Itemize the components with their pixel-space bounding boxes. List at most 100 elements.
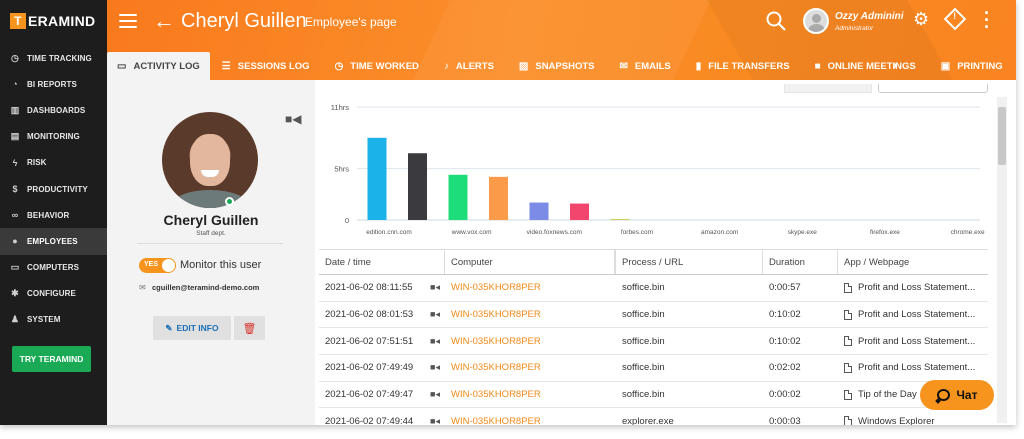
sidebar-item-configure[interactable]: ✱ CONFIGURE [0,281,107,307]
sidebar-item-bi-reports[interactable]: ◔ BI REPORTS [0,71,107,97]
table-row[interactable]: 2021-06-02 08:11:55 ■◂ WIN-035KHOR8PER soff… [319,275,988,302]
computer-icon: ▭ [10,262,20,273]
more-vertical-icon[interactable]: · · · [984,4,990,36]
user-avatar[interactable] [803,8,829,34]
computer-cell[interactable]: WIN-035KHOR8PER [445,328,593,354]
video-icon: ■ [814,60,821,72]
sidebar-item-time-tracking[interactable]: ◷ TIME TRACKING [0,45,107,71]
computer-cell[interactable]: WIN-035KHOR8PER [445,355,593,381]
sidebar-item-computers[interactable]: ▭ COMPUTERS [0,255,107,281]
computer-cell[interactable]: WIN-035KHOR8PER [445,408,593,425]
filter-button[interactable] [784,84,872,93]
app-cell: Profit and Loss Statement... [838,355,988,381]
computer-cell[interactable]: WIN-035KHOR8PER [445,302,593,328]
monitor-toggle[interactable]: YES [139,258,176,273]
document-icon [844,389,852,400]
date-text: 2021-06-02 07:49:49 [325,362,414,374]
teramind-logo[interactable]: T ERAMIND [0,0,107,42]
tab-emails[interactable]: ✉ EMAILS [607,52,683,80]
sidebar-item-employees[interactable]: ● EMPLOYEES [0,228,107,255]
sidebar-item-dashboards[interactable]: ▥ DASHBOARDS [0,97,107,123]
tab-time-worked[interactable]: ◷ TIME WORKED [323,52,432,80]
user-name[interactable]: Ozzy Adminini [835,11,904,22]
tab-file-transfers[interactable]: ▮ FILE TRANSFERS [684,52,803,80]
table-header-row: Date / time Computer Process / URL Duration… [319,250,988,275]
dollar-icon: $ [12,184,18,195]
sidebar-item-behavior[interactable]: ∞ BEHAVIOR [0,202,107,228]
header-app[interactable]: App / Webpage [838,250,988,274]
scrollbar[interactable] [997,97,1007,423]
employee-dept: Staff dept. [196,230,226,237]
sidebar-item-label: MONITORING [27,132,80,142]
tab-printing[interactable]: ▣ PRINTING [929,52,1016,80]
chat-label: Чат [956,388,978,402]
computer-link[interactable]: WIN-035KHOR8PER [451,416,541,425]
header-date[interactable]: Date / time [319,250,445,274]
edit-info-button[interactable]: ✎ EDIT INFO [153,316,231,340]
alert-diamond-icon[interactable]: ! [943,7,967,31]
computer-link[interactable]: WIN-035KHOR8PER [451,362,541,373]
video-camera-icon[interactable]: ■◀ [285,112,301,126]
computer-cell[interactable]: WIN-035KHOR8PER [445,275,593,301]
trash-icon: 🗑 [242,322,257,335]
header-process[interactable]: Process / URL [615,250,763,274]
computer-link[interactable]: WIN-035KHOR8PER [451,309,541,320]
header-duration[interactable]: Duration [763,250,838,274]
video-camera-icon[interactable]: ■◂ [430,336,440,347]
chart-bar[interactable] [367,137,387,220]
tab-label: TIME WORKED [350,60,419,72]
video-camera-icon[interactable]: ■◂ [430,416,440,425]
document-icon [844,416,852,425]
sidebar-item-monitoring[interactable]: ▤ MONITORING [0,124,107,150]
computer-link[interactable]: WIN-035KHOR8PER [451,282,541,293]
tab-activity-log[interactable]: ▭ ACTIVITY LOG [107,52,210,80]
back-arrow-icon[interactable]: ← [153,8,175,34]
sidebar-item-system[interactable]: ♟ SYSTEM [0,307,107,333]
tab-alerts[interactable]: ♪ ALERTS [432,52,507,80]
video-camera-icon[interactable]: ■◂ [430,362,440,373]
process-cell: soffice.bin [622,335,665,347]
tab-sessions-log[interactable]: ☰ SESSIONS LOG [210,52,323,80]
wrench-user-icon: ♟ [10,314,20,325]
sidebar-item-risk[interactable]: ϟ RISK [0,150,107,176]
chart-bar[interactable] [448,174,468,220]
chart-bar[interactable] [570,203,589,220]
chart-bar[interactable] [610,218,630,220]
table-row[interactable]: 2021-06-02 08:01:53 ■◂ WIN-035KHOR8PER soff… [319,302,988,329]
header-computer[interactable]: Computer [445,250,593,274]
tab-snapshots[interactable]: ▨ SNAPSHOTS [507,52,608,80]
sidebar-item-productivity[interactable]: $ PRODUCTIVITY [0,176,107,202]
chart-bar[interactable] [408,153,427,220]
computer-cell[interactable]: WIN-035KHOR8PER [445,382,593,408]
video-camera-icon[interactable]: ■◂ [430,389,440,400]
computer-link[interactable]: WIN-035KHOR8PER [451,389,541,400]
chat-bubble-icon [936,389,950,401]
chevron-right-icon[interactable]: › [893,58,897,72]
pencil-icon: ✎ [165,322,173,333]
process-cell: soffice.bin [622,309,665,321]
date-text: 2021-06-02 08:01:53 [325,309,414,321]
tab-label: PRINTING [957,60,1003,72]
menu-icon[interactable] [119,14,137,30]
activity-content: 11hrs 5hrs 0 edition.cnn.com www.vox.com vide… [315,80,1016,425]
table-row[interactable]: 2021-06-02 07:49:49 ■◂ WIN-035KHOR8PER soff… [319,355,988,382]
chart-bar[interactable] [489,176,508,220]
image-icon: ▨ [518,60,529,72]
computer-link[interactable]: WIN-035KHOR8PER [451,336,541,347]
chat-button[interactable]: Чат [920,380,994,410]
table-row[interactable]: 2021-06-02 07:49:47 ■◂ WIN-035KHOR8PER soff… [319,382,988,409]
table-row[interactable]: 2021-06-02 07:49:44 ■◂ WIN-035KHOR8PER expl… [319,408,988,425]
video-camera-icon[interactable]: ■◂ [430,282,440,293]
delete-button[interactable]: 🗑 [234,316,265,340]
scrollbar-thumb[interactable] [998,107,1006,165]
try-teramind-button[interactable]: TRY TERAMIND [12,346,91,372]
video-camera-icon[interactable]: ■◂ [430,309,440,320]
search-icon[interactable] [765,10,787,32]
tab-online-meetings[interactable]: ■ ONLINE MEETINGS [803,52,929,80]
tab-label: SNAPSHOTS [535,60,595,72]
chart-bar[interactable] [529,202,549,220]
filter-select[interactable] [878,84,988,93]
table-row[interactable]: 2021-06-02 07:51:51 ■◂ WIN-035KHOR8PER soff… [319,328,988,356]
gear-icon[interactable]: ⚙ [913,9,929,30]
clock-icon: ◷ [334,60,344,72]
